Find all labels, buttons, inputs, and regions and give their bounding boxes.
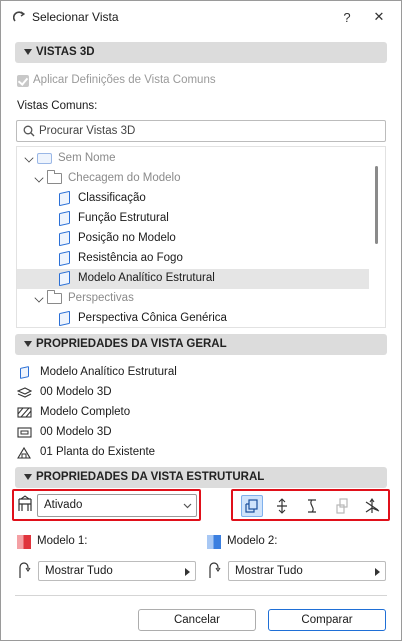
search-input[interactable] <box>39 123 379 139</box>
tree-item-posicao-modelo[interactable]: Posição no Modelo <box>17 229 369 249</box>
tree-item-classificacao[interactable]: Classificação <box>17 189 369 209</box>
collapse-triangle-icon <box>24 474 32 480</box>
prop-label: Modelo Analítico Estrutural <box>40 366 177 378</box>
surface-view-icon[interactable] <box>241 495 263 517</box>
tree-item-label: Função Estrutural <box>78 212 169 224</box>
prop-label: Modelo Completo <box>40 406 131 418</box>
model2-filter-value: Mostrar Tudo <box>235 565 303 577</box>
prop-pen-set: 00 Modelo 3D <box>17 424 377 442</box>
renovation-filter-icon <box>17 446 32 459</box>
tree-item-resistencia-fogo[interactable]: Resistência ao Fogo <box>17 249 369 269</box>
tree-item-label: Perspectivas <box>68 292 134 304</box>
chevron-down-icon <box>183 503 192 509</box>
prop-label: 01 Planta do Existente <box>40 446 156 458</box>
prop-renovation-filter: 01 Planta do Existente <box>17 444 377 462</box>
view-icon <box>17 366 32 379</box>
section-header-3d-views[interactable]: VISTAS 3D <box>15 42 387 63</box>
select-view-dialog: Selecionar Vista ? ✕ VISTAS 3D Aplicar D… <box>0 0 402 641</box>
chevron-right-icon <box>375 568 380 576</box>
app-icon <box>13 11 25 22</box>
pen-set-icon <box>17 426 32 439</box>
prop-label: 00 Modelo 3D <box>40 386 112 398</box>
tree-item-perspectivas[interactable]: Perspectivas <box>17 289 369 309</box>
tree-item-label: Classificação <box>78 192 146 204</box>
search-field[interactable] <box>16 120 386 142</box>
footer-divider <box>15 595 387 596</box>
model2-label: Modelo 2: <box>227 535 278 547</box>
help-button[interactable]: ? <box>336 7 358 27</box>
axes-icon[interactable] <box>361 495 383 517</box>
section-title: PROPRIEDADES DA VISTA GERAL <box>36 338 227 350</box>
view-icon <box>59 270 70 287</box>
collapse-triangle-icon <box>24 341 32 347</box>
tree-item-label: Resistência ao Fogo <box>78 252 183 264</box>
section-title: PROPRIEDADES DA VISTA ESTRUTURAL <box>36 471 265 483</box>
view-icon <box>59 190 70 207</box>
close-button[interactable]: ✕ <box>368 7 390 27</box>
tree-item-modelo-analitico[interactable]: Modelo Analítico Estrutural <box>17 269 369 289</box>
prop-label: 00 Modelo 3D <box>40 426 112 438</box>
search-icon <box>23 125 35 137</box>
prop-model-display: Modelo Completo <box>17 404 377 422</box>
model2-color-swatch[interactable] <box>207 535 221 549</box>
structural-display-icon <box>18 495 32 511</box>
chevron-down-icon[interactable] <box>24 153 34 163</box>
view-icon <box>59 310 70 327</box>
prop-layer-combination: 00 Modelo 3D <box>17 384 377 402</box>
tree-item-label: Perspectiva Cônica Genérica <box>78 312 227 324</box>
model2-filter-menu[interactable]: Mostrar Tudo <box>228 561 386 581</box>
model1-label: Modelo 1: <box>37 535 88 547</box>
structural-mode-value: Ativado <box>44 499 83 511</box>
section-header-general-properties[interactable]: PROPRIEDADES DA VISTA GERAL <box>15 334 387 355</box>
folder-icon <box>47 170 62 184</box>
view-icon <box>59 250 70 267</box>
tree-item-label: Checagem do Modelo <box>68 172 181 184</box>
window-title: Selecionar Vista <box>32 10 119 24</box>
structural-mode-select[interactable]: Ativado <box>37 494 197 517</box>
tree-scrollbar[interactable] <box>375 166 378 244</box>
tree-item-label: Modelo Analítico Estrutural <box>78 272 215 284</box>
tree-item-label: Posição no Modelo <box>78 232 176 244</box>
collapse-triangle-icon <box>24 49 32 55</box>
views-tree[interactable]: Sem Nome Checagem do Modelo Classificaçã… <box>16 146 386 328</box>
tree-item-sem-nome[interactable]: Sem Nome <box>17 149 369 169</box>
view-icon <box>59 210 70 227</box>
supports-icon[interactable] <box>301 495 323 517</box>
chevron-right-icon <box>185 568 190 576</box>
filter-arrow-icon <box>209 562 221 578</box>
3d-window-icon <box>37 153 52 164</box>
layers-icon <box>17 386 32 399</box>
cancel-button[interactable]: Cancelar <box>138 609 256 631</box>
folder-icon <box>47 290 62 304</box>
prop-view-name: Modelo Analítico Estrutural <box>17 364 377 382</box>
analytical-members-icon[interactable] <box>271 495 293 517</box>
section-header-structural-properties[interactable]: PROPRIEDADES DA VISTA ESTRUTURAL <box>15 467 387 488</box>
model-display-icon <box>17 406 32 419</box>
section-title: VISTAS 3D <box>36 46 95 58</box>
links-icon[interactable] <box>331 495 353 517</box>
compare-button[interactable]: Comparar <box>268 609 386 631</box>
tree-item-funcao-estrutural[interactable]: Função Estrutural <box>17 209 369 229</box>
chevron-down-icon[interactable] <box>34 173 44 183</box>
tree-item-perspectiva-conica[interactable]: Perspectiva Cônica Genérica <box>17 309 369 327</box>
model1-color-swatch[interactable] <box>17 535 31 549</box>
common-views-label: Vistas Comuns: <box>17 100 98 112</box>
title-bar[interactable]: Selecionar Vista ? ✕ <box>1 1 402 33</box>
view-icon <box>59 230 70 247</box>
apply-common-settings-checkbox[interactable] <box>17 75 29 87</box>
tree-item-label: Sem Nome <box>58 152 116 164</box>
apply-common-settings-label: Aplicar Definições de Vista Comuns <box>33 74 216 86</box>
tree-item-checagem[interactable]: Checagem do Modelo <box>17 169 369 189</box>
chevron-down-icon[interactable] <box>34 293 44 303</box>
model1-filter-value: Mostrar Tudo <box>45 565 113 577</box>
model1-filter-menu[interactable]: Mostrar Tudo <box>38 561 196 581</box>
filter-arrow-icon <box>19 562 31 578</box>
